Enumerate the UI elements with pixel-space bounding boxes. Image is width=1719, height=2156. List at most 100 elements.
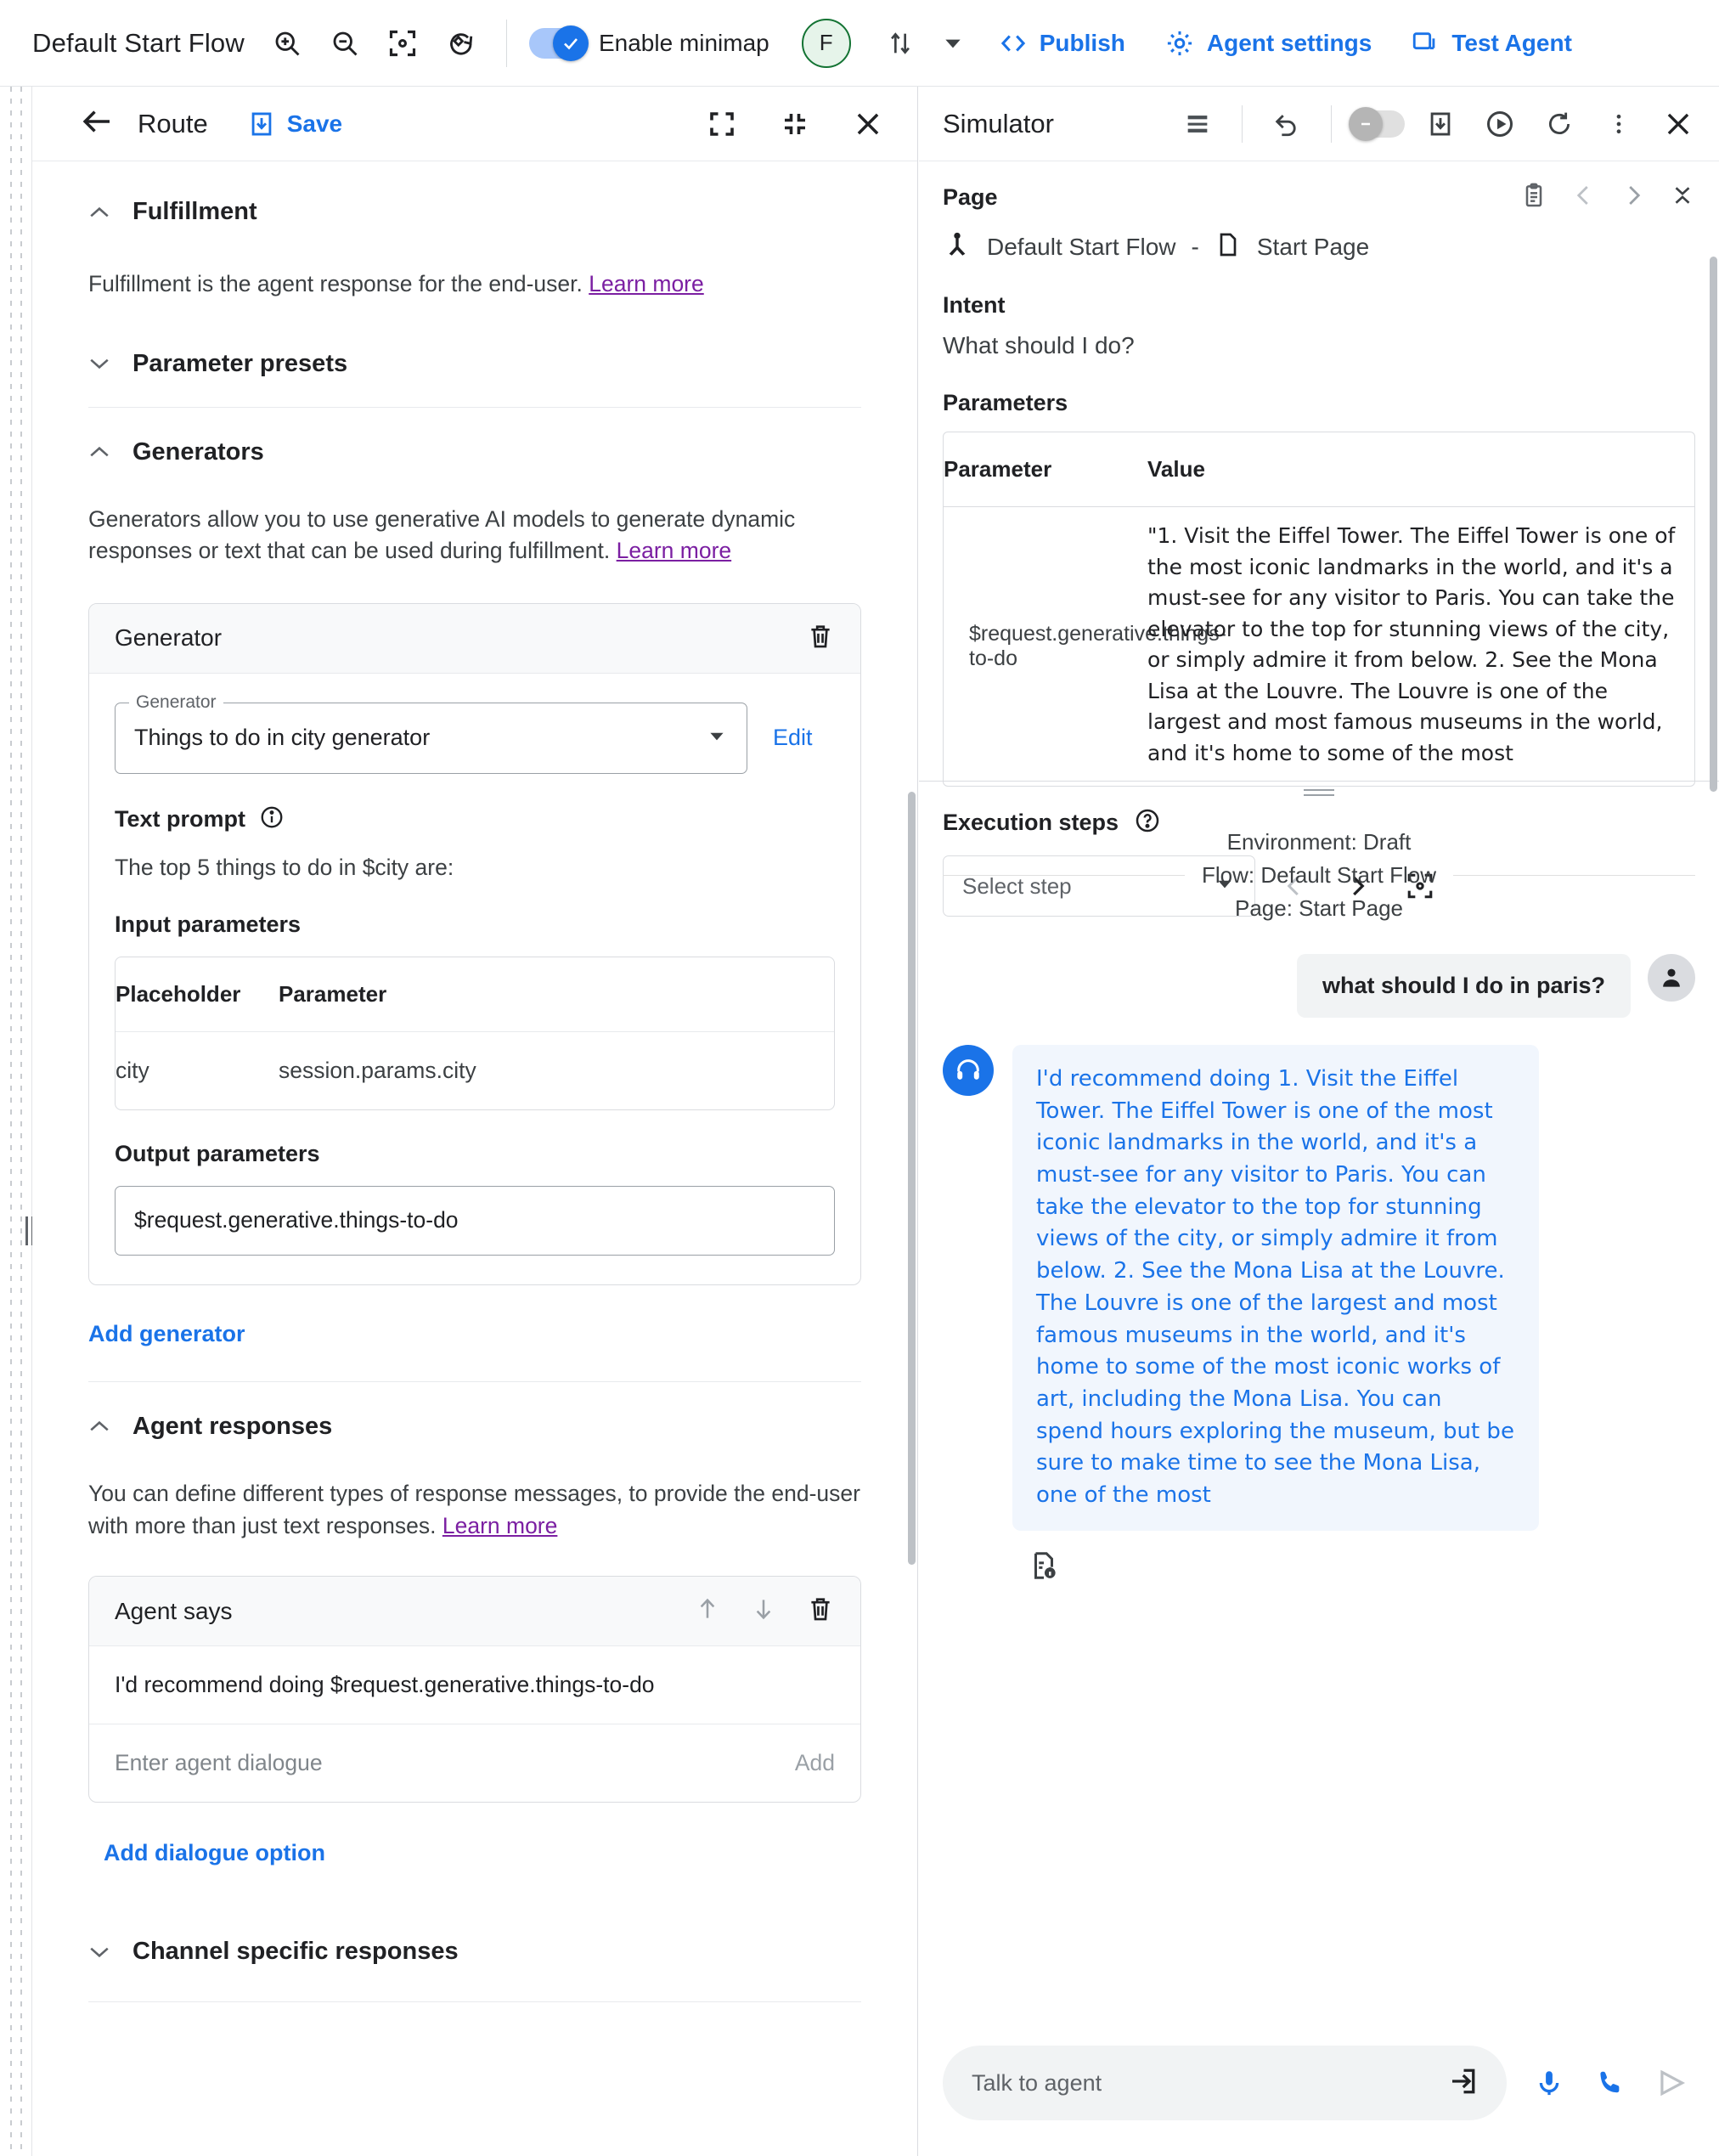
section-parameter-presets[interactable]: Parameter presets (88, 350, 861, 378)
download-icon[interactable] (1417, 100, 1464, 148)
add-generator-link[interactable]: Add generator (88, 1321, 861, 1347)
add-dialogue-option-link[interactable]: Add dialogue option (88, 1840, 861, 1866)
column-header-value: Value (1147, 456, 1205, 482)
restart-icon[interactable] (1536, 100, 1583, 148)
route-panel: Route Save Fulfillment Fulfillment is th… (32, 87, 918, 2156)
column-header-parameter: Parameter (279, 980, 387, 1007)
table-header-row: Parameter Value (944, 432, 1694, 507)
canvas-edge-strip (0, 87, 34, 2156)
fulfillment-title: Fulfillment (132, 198, 257, 225)
send-icon[interactable] (1648, 2059, 1695, 2107)
test-agent-label: Test Agent (1451, 29, 1572, 56)
simulator-context-scrollbar[interactable] (1710, 257, 1717, 792)
parameters-label: Parameters (943, 390, 1068, 415)
output-parameter-field[interactable]: $request.generative.things-to-do (115, 1185, 835, 1256)
top-toolbar: Default Start Flow Enable minimap F Publ… (0, 0, 1719, 87)
page-line: Page: Start Page (1234, 895, 1404, 921)
minimap-toggle[interactable]: Enable minimap (528, 25, 769, 61)
toolbar-divider (505, 19, 507, 67)
move-up-icon[interactable] (694, 1595, 721, 1627)
chat-message-agent: I'd recommend doing 1. Visit the Eiffel … (943, 1045, 1695, 1531)
divider (88, 2001, 861, 2003)
next-page-icon[interactable] (1620, 183, 1646, 212)
zoom-in-icon[interactable] (263, 20, 311, 67)
column-header-parameter: Parameter (944, 456, 1052, 482)
zoom-out-icon[interactable] (321, 20, 369, 67)
section-agent-responses[interactable]: Agent responses (88, 1413, 861, 1441)
conversation-area: Environment: Draft Flow: Default Start F… (919, 826, 1719, 1586)
send-event-icon[interactable] (1447, 2066, 1478, 2101)
generators-learn-more-link[interactable]: Learn more (617, 538, 732, 563)
microphone-icon[interactable] (1525, 2059, 1573, 2107)
intent-label: Intent (943, 292, 1006, 318)
chevron-down-icon[interactable] (929, 20, 977, 67)
fulfillment-learn-more-link[interactable]: Learn more (589, 271, 704, 296)
section-generators[interactable]: Generators (88, 438, 861, 466)
save-button[interactable]: Save (247, 110, 342, 138)
simulator-header-actions (1174, 100, 1702, 148)
phone-icon[interactable] (1587, 2059, 1634, 2107)
agent-dialogue-value[interactable]: I'd recommend doing $request.generative.… (89, 1646, 860, 1725)
expand-icon[interactable] (698, 100, 746, 148)
chat-icon (1413, 31, 1435, 49)
environment-line: Environment: Draft (1226, 829, 1412, 855)
close-icon[interactable] (844, 100, 892, 148)
simulator-toggle[interactable] (1349, 106, 1405, 141)
agent-settings-button[interactable]: Agent settings (1147, 20, 1389, 67)
agent-avatar-icon (943, 1045, 994, 1096)
fulfillment-description-text: Fulfillment is the agent response for th… (88, 271, 583, 296)
code-icon (1000, 34, 1025, 52)
splitter-grip (1304, 786, 1334, 799)
move-down-icon[interactable] (750, 1595, 777, 1627)
edit-generator-link[interactable]: Edit (773, 703, 813, 751)
avatar[interactable]: F (801, 18, 851, 68)
flow-icon (943, 230, 972, 263)
talk-to-agent-field[interactable]: Talk to agent (943, 2046, 1507, 2120)
collapse-section-icon[interactable] (1670, 183, 1695, 212)
minimap-switch-track[interactable] (528, 25, 589, 61)
generator-select[interactable]: Generator Things to do in city generator (115, 691, 747, 774)
divider-line-right (1453, 875, 1696, 876)
info-icon[interactable] (259, 804, 285, 834)
flow-title: Default Start Flow (32, 27, 245, 58)
table-header-row: Placeholder Parameter (116, 957, 834, 1031)
agent-responses-learn-more-link[interactable]: Learn more (442, 1513, 558, 1538)
agent-dialogue-input[interactable]: Enter agent dialogue (115, 1750, 323, 1776)
page-label: Page (943, 184, 998, 210)
canvas-grid-line-2 (20, 87, 22, 2156)
list-view-icon[interactable] (1174, 100, 1221, 148)
delete-generator-icon[interactable] (806, 622, 835, 655)
section-fulfillment[interactable]: Fulfillment (88, 198, 861, 226)
add-dialogue-button[interactable]: Add (795, 1750, 835, 1776)
previous-page-icon[interactable] (1571, 183, 1597, 212)
table-row: $request.generative.things-to-do "1. Vis… (944, 507, 1694, 786)
route-title: Route (138, 108, 208, 138)
versions-icon[interactable] (876, 20, 924, 67)
play-icon[interactable] (1476, 100, 1524, 148)
close-simulator-icon[interactable] (1654, 100, 1702, 148)
page-icon (1215, 231, 1242, 262)
undo-icon[interactable] (1263, 100, 1310, 148)
publish-button[interactable]: Publish (982, 20, 1142, 66)
copy-icon[interactable] (1520, 182, 1547, 213)
fit-to-screen-icon[interactable] (379, 20, 426, 67)
route-header-actions (698, 100, 892, 148)
intent-value: What should I do? (943, 332, 1135, 358)
chevron-down-icon (90, 1947, 109, 1957)
simulator-input-bar: Talk to agent (919, 2010, 1719, 2156)
section-channel-specific-responses[interactable]: Channel specific responses (88, 1938, 861, 1966)
test-agent-button[interactable]: Test Agent (1394, 20, 1589, 66)
response-details-icon[interactable] (1028, 1549, 1695, 1586)
simulator-context-region: Page Default Start Flow - Start Page Int… (919, 161, 1719, 917)
route-panel-body: Fulfillment Fulfillment is the agent res… (32, 162, 917, 2156)
back-icon[interactable] (80, 104, 116, 144)
canvas-zoom-controls (263, 20, 484, 67)
reset-view-icon[interactable] (437, 20, 484, 67)
collapse-icon[interactable] (771, 100, 819, 148)
more-options-icon[interactable] (1595, 100, 1643, 148)
route-panel-scrollbar[interactable] (908, 792, 916, 1565)
page-name: Start Page (1256, 233, 1370, 260)
simulator-input-actions (1525, 2059, 1695, 2107)
delete-agent-says-icon[interactable] (806, 1594, 835, 1628)
simulator-splitter[interactable] (919, 782, 1719, 804)
